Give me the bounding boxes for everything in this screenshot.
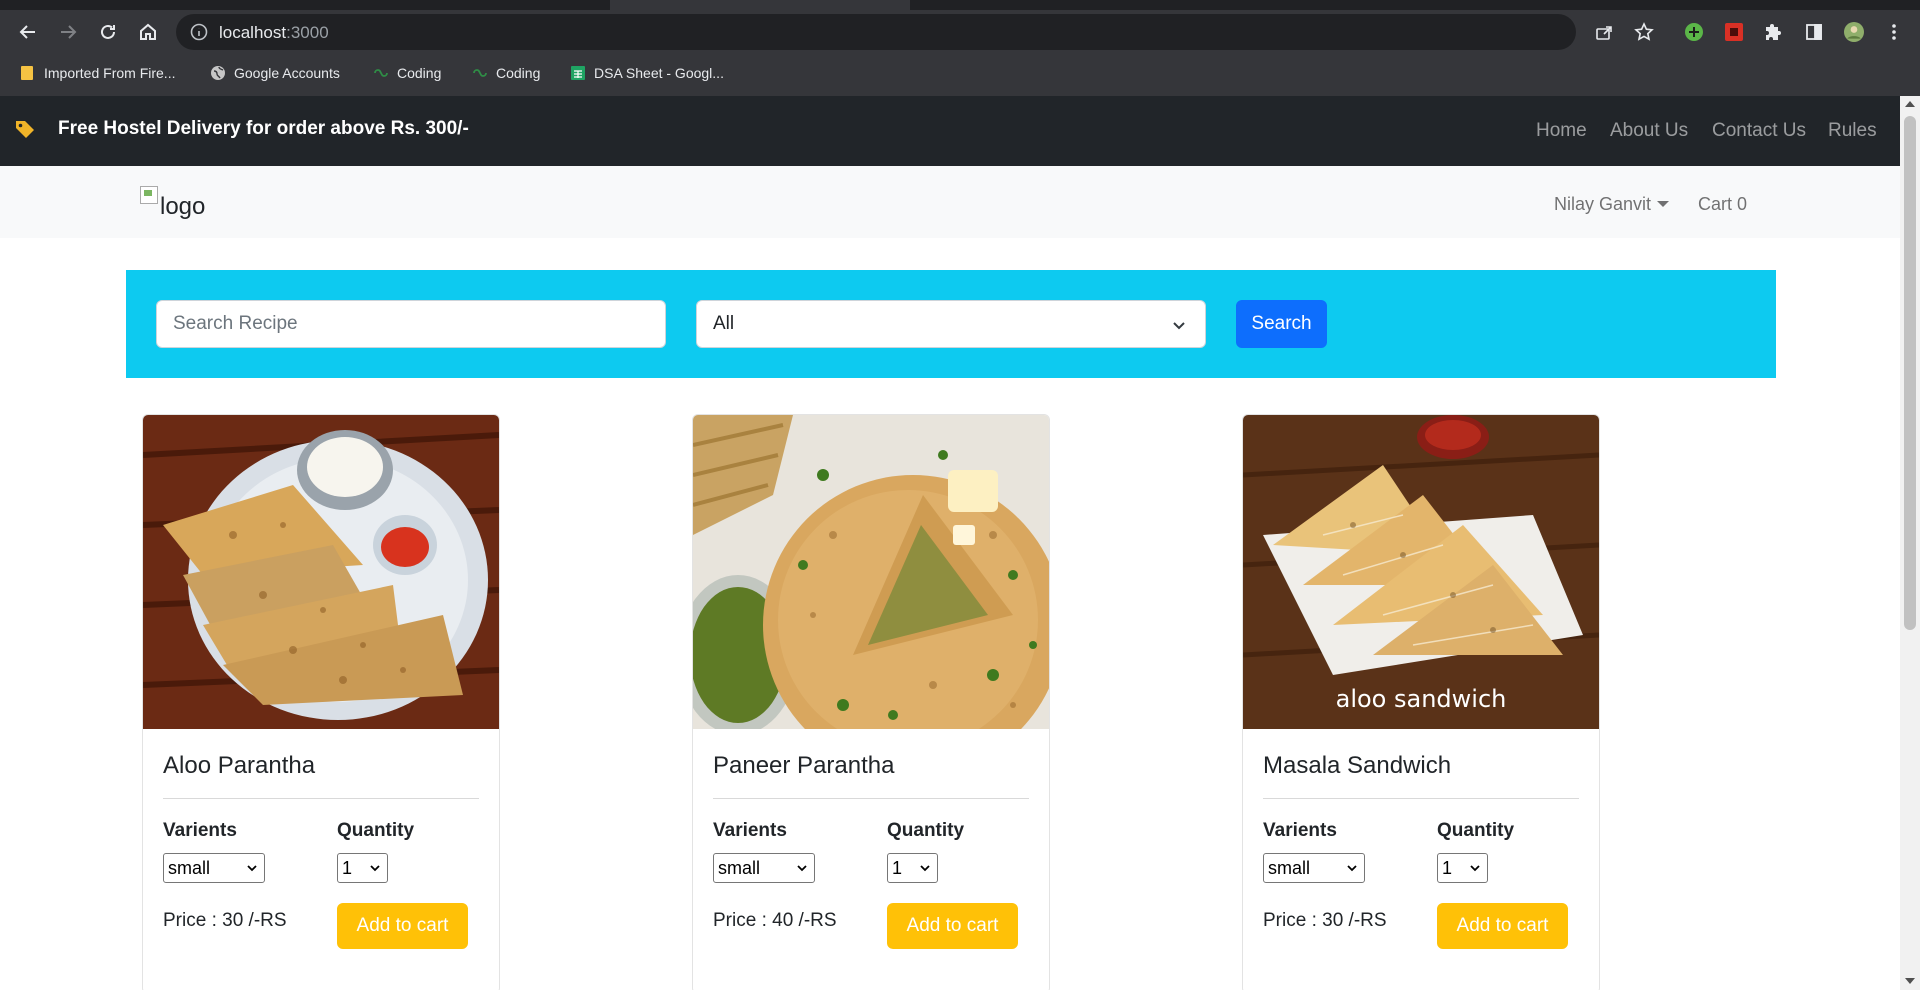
url-text[interactable]: localhost:3000 — [219, 21, 329, 45]
cart-label: Cart — [1698, 194, 1733, 214]
scrollbar-thumb[interactable] — [1904, 116, 1916, 630]
gfg-icon — [473, 69, 487, 77]
logo[interactable]: logo — [140, 186, 205, 222]
divider — [1263, 798, 1579, 799]
chevron-down-icon — [1347, 865, 1357, 872]
tag-icon — [16, 121, 34, 138]
reload-icon[interactable] — [92, 16, 124, 48]
search-button[interactable]: Search — [1236, 300, 1327, 348]
caret-down-icon — [1657, 201, 1670, 207]
add-to-cart-button[interactable]: Add to cart — [1437, 903, 1568, 949]
add-to-cart-button[interactable]: Add to cart — [337, 903, 468, 949]
divider — [163, 798, 479, 799]
add-to-cart-button[interactable]: Add to cart — [887, 903, 1018, 949]
product-name: Paneer Parantha — [713, 752, 895, 779]
chevron-down-icon — [1173, 322, 1185, 330]
category-select[interactable]: All — [696, 300, 1206, 348]
nav-rules[interactable]: Rules — [1828, 118, 1877, 144]
broken-image-icon — [140, 186, 158, 204]
search-input[interactable] — [156, 300, 666, 348]
profile-avatar-icon[interactable] — [1842, 20, 1866, 44]
active-tab[interactable] — [610, 0, 910, 10]
menu-dots-icon[interactable] — [1882, 20, 1906, 44]
product-card: aloo sandwich Masala Sandwich Varients Q… — [1242, 414, 1600, 990]
chevron-down-icon — [1470, 865, 1480, 872]
variants-label: Varients — [713, 820, 787, 841]
variants-label: Varients — [1263, 820, 1337, 841]
share-icon[interactable] — [1592, 20, 1616, 44]
nav-contact-us[interactable]: Contact Us — [1712, 118, 1806, 144]
cart-link[interactable]: Cart 0 — [1698, 192, 1747, 216]
variants-label: Varients — [163, 820, 237, 841]
variant-value: small — [1268, 857, 1311, 878]
bookmark-coding-2[interactable]: Coding — [472, 62, 540, 84]
home-icon[interactable] — [132, 16, 164, 48]
chevron-down-icon — [920, 865, 930, 872]
gfg-icon — [374, 69, 388, 77]
puzzle-icon[interactable] — [1762, 20, 1786, 44]
product-image-masala-sandwich: aloo sandwich — [1243, 415, 1599, 729]
user-dropdown[interactable]: Nilay Ganvit — [1554, 192, 1670, 216]
category-selected-value: All — [713, 313, 735, 334]
info-icon[interactable] — [190, 23, 208, 41]
promo-text: Free Hostel Delivery for order above Rs.… — [58, 118, 469, 139]
star-icon[interactable] — [1632, 20, 1656, 44]
bookmark-coding-1[interactable]: Coding — [373, 62, 441, 84]
side-panel-icon[interactable] — [1802, 20, 1826, 44]
product-price: Price : 30 /-RS — [163, 910, 287, 931]
bookmark-google-accounts[interactable]: Google Accounts — [210, 62, 340, 84]
product-name: Aloo Parantha — [163, 752, 316, 779]
quantity-label: Quantity — [887, 820, 965, 841]
nav-about-us[interactable]: About Us — [1610, 118, 1688, 144]
product-price: Price : 30 /-RS — [1263, 910, 1387, 931]
forward-icon[interactable] — [52, 16, 84, 48]
product-card: Paneer Parantha Varients Quantity small … — [692, 414, 1050, 990]
product-image-paneer-parantha — [693, 415, 1049, 729]
bookmark-dsa-sheet[interactable]: DSA Sheet - Googl... — [570, 62, 724, 84]
page-viewport: Free Hostel Delivery for order above Rs.… — [0, 96, 1900, 990]
variant-select[interactable]: small — [713, 853, 815, 883]
chevron-down-icon — [247, 865, 257, 872]
address-bar[interactable] — [176, 14, 1576, 50]
quantity-select[interactable]: 1 — [1437, 853, 1488, 883]
extension-green-icon[interactable] — [1682, 20, 1706, 44]
quantity-select[interactable]: 1 — [337, 853, 388, 883]
sheets-icon — [571, 66, 585, 80]
variant-select[interactable]: small — [1263, 853, 1365, 883]
quantity-value: 1 — [892, 857, 903, 878]
product-card: Aloo Parantha Varients Quantity small 1 … — [142, 414, 500, 990]
chevron-down-icon — [370, 865, 380, 872]
cart-count: 0 — [1737, 194, 1748, 214]
extension-red-icon[interactable] — [1722, 20, 1746, 44]
product-name: Masala Sandwich — [1263, 752, 1452, 779]
quantity-label: Quantity — [337, 820, 415, 841]
image-caption: aloo sandwich — [1336, 685, 1507, 713]
variant-value: small — [168, 857, 211, 878]
quantity-value: 1 — [1442, 857, 1453, 878]
user-name: Nilay Ganvit — [1554, 194, 1652, 214]
scroll-up-arrow-icon[interactable] — [1905, 101, 1915, 107]
logo-alt-text: logo — [160, 193, 206, 220]
globe-icon — [211, 66, 225, 80]
variant-value: small — [718, 857, 761, 878]
folder-icon — [21, 66, 33, 80]
scroll-down-arrow-icon[interactable] — [1905, 978, 1915, 984]
product-price: Price : 40 /-RS — [713, 910, 837, 931]
product-image-aloo-parantha — [143, 415, 499, 729]
quantity-value: 1 — [342, 857, 353, 878]
divider — [713, 798, 1029, 799]
nav-home[interactable]: Home — [1536, 118, 1587, 144]
quantity-label: Quantity — [1437, 820, 1515, 841]
chevron-down-icon — [797, 865, 807, 872]
bookmark-imported[interactable]: Imported From Fire... — [20, 62, 175, 84]
quantity-select[interactable]: 1 — [887, 853, 938, 883]
back-icon[interactable] — [12, 16, 44, 48]
tab-strip — [0, 0, 1920, 10]
variant-select[interactable]: small — [163, 853, 265, 883]
